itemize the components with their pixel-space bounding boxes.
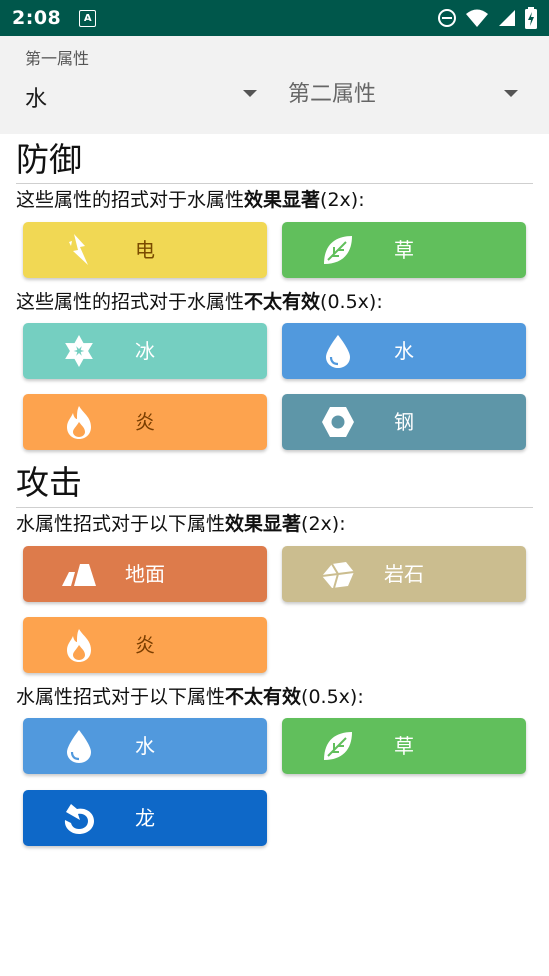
first-type-value: 水 (25, 87, 48, 112)
first-type-label: 第一属性 (25, 49, 90, 68)
type-label: 炎 (135, 410, 155, 434)
defense-title: 防御 (16, 140, 82, 179)
chevron-down-icon (504, 90, 518, 97)
type-button-water[interactable]: 水 (282, 323, 526, 379)
type-label: 地面 (125, 562, 165, 586)
attack-title: 攻击 (16, 463, 82, 502)
type-button-grass[interactable]: 草 (282, 222, 526, 278)
attack-weak-description: 水属性招式对于以下属性不太有效(0.5x): (16, 686, 364, 708)
battery-icon (525, 7, 537, 29)
signal-icon (499, 10, 515, 26)
chevron-down-icon (243, 90, 257, 97)
type-label: 电 (135, 238, 155, 262)
second-type-dropdown[interactable]: 第二属性 (274, 36, 549, 134)
second-type-placeholder: 第二属性 (288, 82, 377, 107)
type-label: 龙 (135, 806, 155, 830)
do-not-disturb-icon (438, 9, 456, 27)
type-button-ground[interactable]: 地面 (23, 546, 267, 602)
type-label: 水 (394, 339, 414, 363)
status-bar: 2:08 A (0, 0, 549, 36)
type-label: 炎 (135, 633, 155, 657)
defense-resist-description: 这些属性的招式对于水属性不太有效(0.5x): (16, 291, 383, 313)
defense-divider (16, 183, 533, 184)
type-button-fire[interactable]: 炎 (23, 617, 267, 673)
type-button-ice[interactable]: 冰 (23, 323, 267, 379)
attack-strong-description: 水属性招式对于以下属性效果显著(2x): (16, 513, 346, 535)
type-selector-panel: 第一属性 水 第二属性 (0, 36, 549, 134)
type-label: 岩石 (384, 562, 424, 586)
first-type-dropdown[interactable]: 第一属性 水 (0, 36, 274, 134)
type-label: 草 (394, 734, 414, 758)
status-time: 2:08 (12, 7, 62, 29)
status-icons (437, 7, 537, 29)
type-label: 水 (135, 734, 155, 758)
attack-divider (16, 507, 533, 508)
type-label: 草 (394, 238, 414, 262)
type-button-rock[interactable]: 岩石 (282, 546, 526, 602)
type-button-fire[interactable]: 炎 (23, 394, 267, 450)
type-button-steel[interactable]: 钢 (282, 394, 526, 450)
type-button-electric[interactable]: 电 (23, 222, 267, 278)
type-label: 冰 (135, 339, 155, 363)
type-button-water[interactable]: 水 (23, 718, 267, 774)
type-label: 钢 (394, 410, 414, 434)
type-button-grass[interactable]: 草 (282, 718, 526, 774)
wifi-icon (466, 9, 488, 27)
defense-weak-description: 这些属性的招式对于水属性效果显著(2x): (16, 189, 365, 211)
notification-icon: A (79, 9, 97, 27)
type-button-dragon[interactable]: 龙 (23, 790, 267, 846)
